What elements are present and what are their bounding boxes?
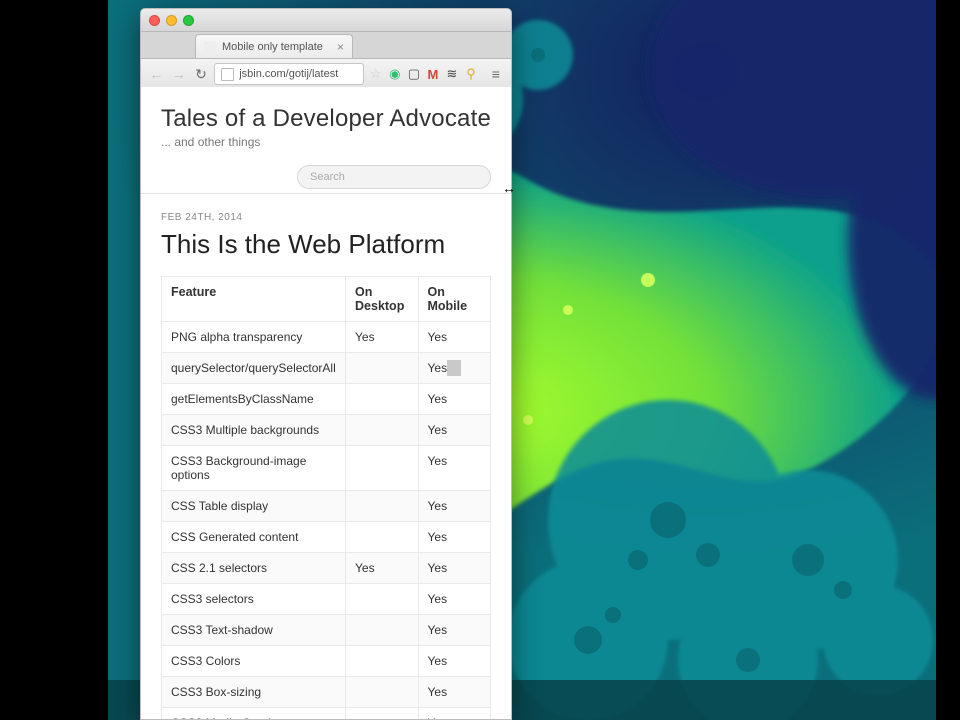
close-tab-icon[interactable]: × (337, 40, 344, 54)
extension-icon-2[interactable]: ⚲ (464, 65, 479, 83)
gmail-icon[interactable]: M (425, 65, 440, 83)
cell-desktop (346, 522, 418, 553)
cell-feature: CSS3 Colors (162, 646, 346, 677)
table-row: CSS3 Media Queries Yes (162, 708, 491, 720)
chrome-menu-icon[interactable]: ≡ (487, 64, 505, 84)
cell-desktop (346, 615, 418, 646)
tab-title: Mobile only template (222, 41, 323, 53)
cell-mobile: Yes (418, 446, 491, 491)
page-viewport[interactable]: Tales of a Developer Advocate ... and ot… (141, 87, 511, 719)
tab-strip: Mobile only template × (141, 32, 511, 59)
reload-button[interactable]: ↻ (192, 64, 210, 84)
table-row: CSS3 selectors Yes (162, 584, 491, 615)
browser-window: Mobile only template × ← → ↻ jsbin.com/g… (140, 8, 512, 720)
table-row: PNG alpha transparencyYesYes (162, 322, 491, 353)
cell-feature: querySelector/querySelectorAll (162, 353, 346, 384)
cell-feature: CSS3 Multiple backgrounds (162, 415, 346, 446)
browser-toolbar: ← → ↻ jsbin.com/gotij/latest ☆ ◉ ▢ M ≋ ⚲… (141, 59, 511, 90)
cell-mobile: Yes (418, 584, 491, 615)
zoom-window-button[interactable] (183, 15, 194, 26)
table-row: CSS3 Colors Yes (162, 646, 491, 677)
cell-mobile: Yes (418, 322, 491, 353)
bookmark-star-icon[interactable]: ☆ (368, 65, 383, 83)
cell-mobile: Yes (418, 522, 491, 553)
cell-mobile: Yes (418, 646, 491, 677)
cell-feature: CSS Generated content (162, 522, 346, 553)
table-row: CSS3 Background-image options Yes (162, 446, 491, 491)
post-date: FEB 24TH, 2014 (161, 212, 491, 223)
cell-desktop: Yes (346, 553, 418, 584)
col-desktop: On Desktop (346, 277, 418, 322)
cell-feature: CSS3 Background-image options (162, 446, 346, 491)
cell-desktop (346, 353, 418, 384)
address-bar[interactable]: jsbin.com/gotij/latest (214, 63, 364, 85)
back-button[interactable]: ← (147, 64, 165, 84)
cell-desktop (346, 415, 418, 446)
cast-icon[interactable]: ▢ (406, 65, 421, 83)
cell-feature: CSS3 Box-sizing (162, 677, 346, 708)
table-row: querySelector/querySelectorAll Yes (162, 353, 491, 384)
cell-desktop (346, 646, 418, 677)
post-title: This Is the Web Platform (161, 229, 491, 260)
minimize-window-button[interactable] (166, 15, 177, 26)
cell-mobile: Yes (418, 491, 491, 522)
url-text: jsbin.com/gotij/latest (239, 68, 338, 80)
extension-icon[interactable]: ◉ (387, 65, 402, 83)
window-titlebar[interactable] (141, 9, 511, 32)
cell-desktop (346, 384, 418, 415)
cell-mobile: Yes (418, 553, 491, 584)
col-mobile: On Mobile (418, 277, 491, 322)
cell-feature: getElementsByClassName (162, 384, 346, 415)
cell-feature: CSS 2.1 selectors (162, 553, 346, 584)
cell-desktop (346, 446, 418, 491)
table-row: CSS 2.1 selectorsYesYes (162, 553, 491, 584)
cell-desktop: Yes (346, 322, 418, 353)
cell-feature: CSS3 Text-shadow (162, 615, 346, 646)
cell-desktop (346, 677, 418, 708)
table-row: CSS3 Multiple backgrounds Yes (162, 415, 491, 446)
cell-desktop (346, 584, 418, 615)
cell-mobile: Yes (418, 384, 491, 415)
search-input[interactable]: Search (297, 165, 491, 189)
cell-feature: CSS3 selectors (162, 584, 346, 615)
cell-feature: PNG alpha transparency (162, 322, 346, 353)
table-row: CSS Generated content Yes (162, 522, 491, 553)
cell-mobile: Yes (418, 353, 491, 384)
site-tagline: ... and other things (161, 135, 491, 149)
buffer-icon[interactable]: ≋ (444, 65, 459, 83)
feature-table: Feature On Desktop On Mobile PNG alpha t… (161, 276, 491, 719)
tab-favicon-icon (204, 41, 216, 53)
table-row: CSS3 Text-shadow Yes (162, 615, 491, 646)
cell-feature: CSS3 Media Queries (162, 708, 346, 720)
cell-mobile: Yes (418, 708, 491, 720)
divider (141, 193, 511, 194)
table-row: CSS Table display Yes (162, 491, 491, 522)
cell-mobile: Yes (418, 677, 491, 708)
cell-mobile: Yes (418, 415, 491, 446)
cell-mobile: Yes (418, 615, 491, 646)
table-row: getElementsByClassName Yes (162, 384, 491, 415)
cell-desktop (346, 491, 418, 522)
browser-tab[interactable]: Mobile only template × (195, 34, 353, 58)
col-feature: Feature (162, 277, 346, 322)
page-icon (221, 68, 234, 81)
table-row: CSS3 Box-sizing Yes (162, 677, 491, 708)
cell-feature: CSS Table display (162, 491, 346, 522)
cell-desktop (346, 708, 418, 720)
site-title: Tales of a Developer Advocate (161, 105, 491, 133)
forward-button[interactable]: → (169, 64, 187, 84)
close-window-button[interactable] (149, 15, 160, 26)
